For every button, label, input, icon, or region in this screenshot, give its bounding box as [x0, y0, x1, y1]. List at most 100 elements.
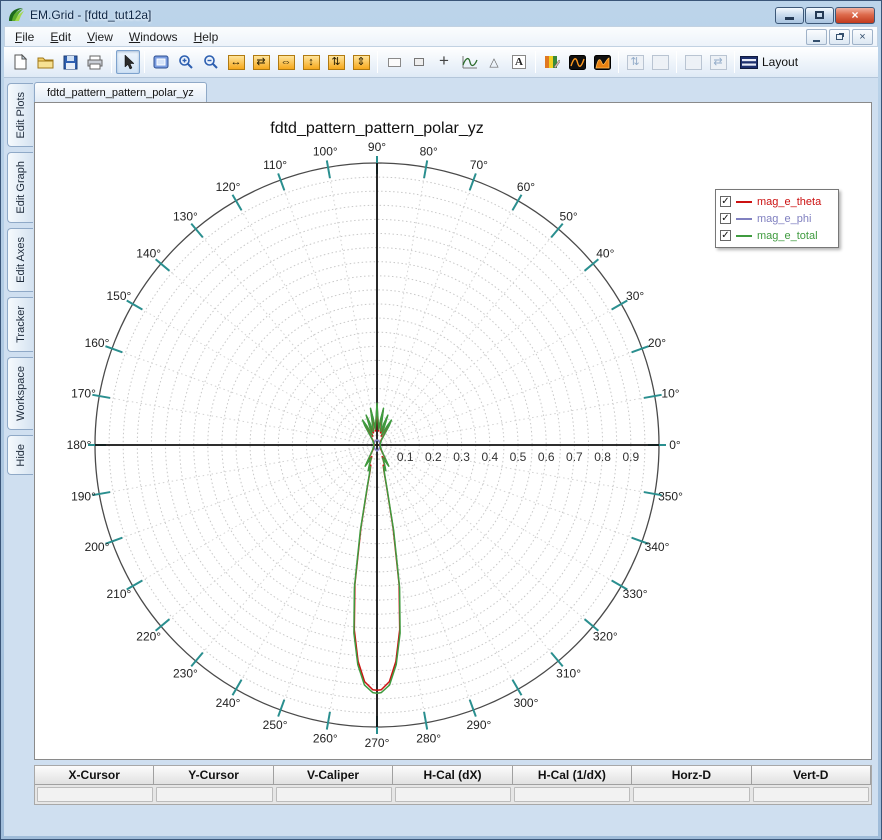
toolbar-separator: [618, 51, 619, 73]
shrink-horizontal-icon: ⇔: [277, 54, 295, 70]
toolbar: ↔ ⇄ ⇔ ↕ ⇅ ⇕ + △ A ⇅ ⇄ Layout: [4, 47, 878, 78]
blank-tile-button[interactable]: [648, 50, 672, 74]
menu-help[interactable]: Help: [186, 28, 227, 46]
expand-horizontal-button[interactable]: ↔: [224, 50, 248, 74]
expand-horizontal-icon: ↔: [227, 54, 245, 70]
crosshair-button[interactable]: +: [432, 50, 456, 74]
trace-curve-button[interactable]: [457, 50, 481, 74]
menu-edit[interactable]: Edit: [42, 28, 79, 46]
fit-horizontal-button[interactable]: ⇄: [706, 50, 730, 74]
mdi-restore-button[interactable]: [829, 28, 850, 45]
sidebar-tab-edit-graph[interactable]: Edit Graph: [7, 152, 33, 224]
svg-text:120°: 120°: [216, 180, 241, 194]
draw-triangle-icon: △: [489, 55, 499, 69]
svg-text:290°: 290°: [466, 718, 491, 732]
svg-text:180°: 180°: [67, 438, 92, 452]
window-title: EM.Grid - [fdtd_tut12a]: [30, 8, 152, 22]
legend-checkbox-mag_e_theta[interactable]: ✓: [720, 196, 731, 207]
draw-box-icon: [414, 58, 424, 66]
save-icon: [63, 55, 77, 69]
svg-text:80°: 80°: [420, 145, 438, 159]
cursor-table-value-cell[interactable]: [633, 787, 750, 802]
plot-panel: 0° 10° 20° 30° 40° 50° 60° 70° 80° 90° 100° 110° 120…: [34, 102, 872, 760]
cursor-table-value-cell[interactable]: [275, 787, 392, 802]
sidebar-tab-workspace[interactable]: Workspace: [7, 356, 33, 430]
sidebar-tab-edit-plots[interactable]: Edit Plots: [7, 83, 33, 148]
select-cursor-button[interactable]: [116, 50, 140, 74]
maximize-button[interactable]: [805, 6, 834, 24]
svg-text:210°: 210°: [106, 587, 131, 601]
sidebar-tabstrip: Edit Plots Edit Graph Edit Axes Tracker Work…: [4, 80, 34, 836]
zoom-out-button[interactable]: [199, 50, 223, 74]
legend-line-sample: [736, 200, 752, 203]
save-button[interactable]: [58, 50, 82, 74]
mdi-minimize-icon: [813, 39, 820, 42]
window-controls: ×: [775, 6, 875, 24]
document-tab[interactable]: fdtd_pattern_pattern_polar_yz: [34, 82, 207, 102]
legend-line-sample: [736, 234, 752, 237]
menu-file[interactable]: File: [7, 28, 42, 46]
legend-checkbox-mag_e_phi[interactable]: ✓: [720, 213, 731, 224]
zoom-region-button[interactable]: [149, 50, 173, 74]
zoom-in-icon: [179, 55, 193, 69]
svg-text:0.7: 0.7: [566, 450, 583, 464]
new-document-button[interactable]: [8, 50, 32, 74]
pan-horizontal-button[interactable]: ⇄: [249, 50, 273, 74]
print-button[interactable]: [83, 50, 107, 74]
waveform-dark-button[interactable]: [565, 50, 589, 74]
svg-text:270°: 270°: [365, 736, 390, 750]
expand-vertical-button[interactable]: ↕: [299, 50, 323, 74]
legend-checkbox-mag_e_total[interactable]: ✓: [720, 230, 731, 241]
print-icon: [87, 55, 103, 69]
open-folder-button[interactable]: [33, 50, 57, 74]
pan-vertical-button[interactable]: ⇅: [324, 50, 348, 74]
maximize-icon: [815, 11, 824, 19]
menu-items: File Edit View Windows Help: [7, 28, 226, 46]
minimize-button[interactable]: [775, 6, 804, 24]
toolbar-separator: [535, 51, 536, 73]
minimize-icon: [785, 17, 794, 20]
menu-view[interactable]: View: [79, 28, 121, 46]
draw-box-button[interactable]: [407, 50, 431, 74]
shrink-horizontal-button[interactable]: ⇔: [274, 50, 298, 74]
svg-text:0.9: 0.9: [622, 450, 639, 464]
fit-vertical-button[interactable]: ⇅: [623, 50, 647, 74]
text-annotation-button[interactable]: A: [507, 50, 531, 74]
close-button[interactable]: ×: [835, 6, 875, 24]
cursor-table-value-cell[interactable]: [156, 787, 273, 802]
waveform-filled-icon: [593, 54, 611, 70]
svg-text:170°: 170°: [71, 386, 96, 400]
menu-windows[interactable]: Windows: [121, 28, 186, 46]
blank-tile-icon: [651, 54, 669, 70]
cursor-table-header-cell: X-Cursor: [35, 766, 155, 785]
legend-label: mag_e_theta: [757, 195, 822, 208]
sidebar-tab-label: Edit Plots: [14, 92, 27, 139]
mdi-minimize-button[interactable]: [806, 28, 827, 45]
mdi-close-button[interactable]: ×: [852, 28, 873, 45]
colormap-edit-button[interactable]: [540, 50, 564, 74]
shrink-vertical-button[interactable]: ⇕: [349, 50, 373, 74]
cursor-table-value-cell[interactable]: [394, 787, 512, 802]
title-bar[interactable]: EM.Grid - [fdtd_tut12a] ×: [4, 4, 878, 26]
cursor-table-value-cell[interactable]: [37, 787, 154, 802]
menu-bar: File Edit View Windows Help ×: [4, 26, 878, 47]
sidebar-tab-label: Edit Axes: [14, 237, 27, 283]
cursor-table-value-cell[interactable]: [514, 787, 631, 802]
sidebar-tab-edit-axes[interactable]: Edit Axes: [7, 228, 33, 292]
cursor-table-value-cell[interactable]: [752, 787, 869, 802]
waveform-filled-button[interactable]: [590, 50, 614, 74]
layout-panels-button[interactable]: Layout: [739, 50, 799, 74]
blank-tile-2-button[interactable]: [681, 50, 705, 74]
layout-panels-icon: [740, 55, 758, 69]
sidebar-tab-tracker[interactable]: Tracker: [7, 296, 33, 352]
close-icon: ×: [851, 8, 859, 22]
svg-text:100°: 100°: [313, 145, 338, 159]
zoom-in-button[interactable]: [174, 50, 198, 74]
trace-curve-icon: [461, 55, 478, 68]
sidebar-tab-hide[interactable]: Hide: [7, 434, 33, 476]
draw-triangle-button[interactable]: △: [482, 50, 506, 74]
main-area: Edit Plots Edit Graph Edit Axes Tracker Work…: [4, 78, 878, 836]
svg-text:0.6: 0.6: [538, 450, 555, 464]
svg-text:350°: 350°: [658, 490, 683, 504]
draw-rectangle-button[interactable]: [382, 50, 406, 74]
